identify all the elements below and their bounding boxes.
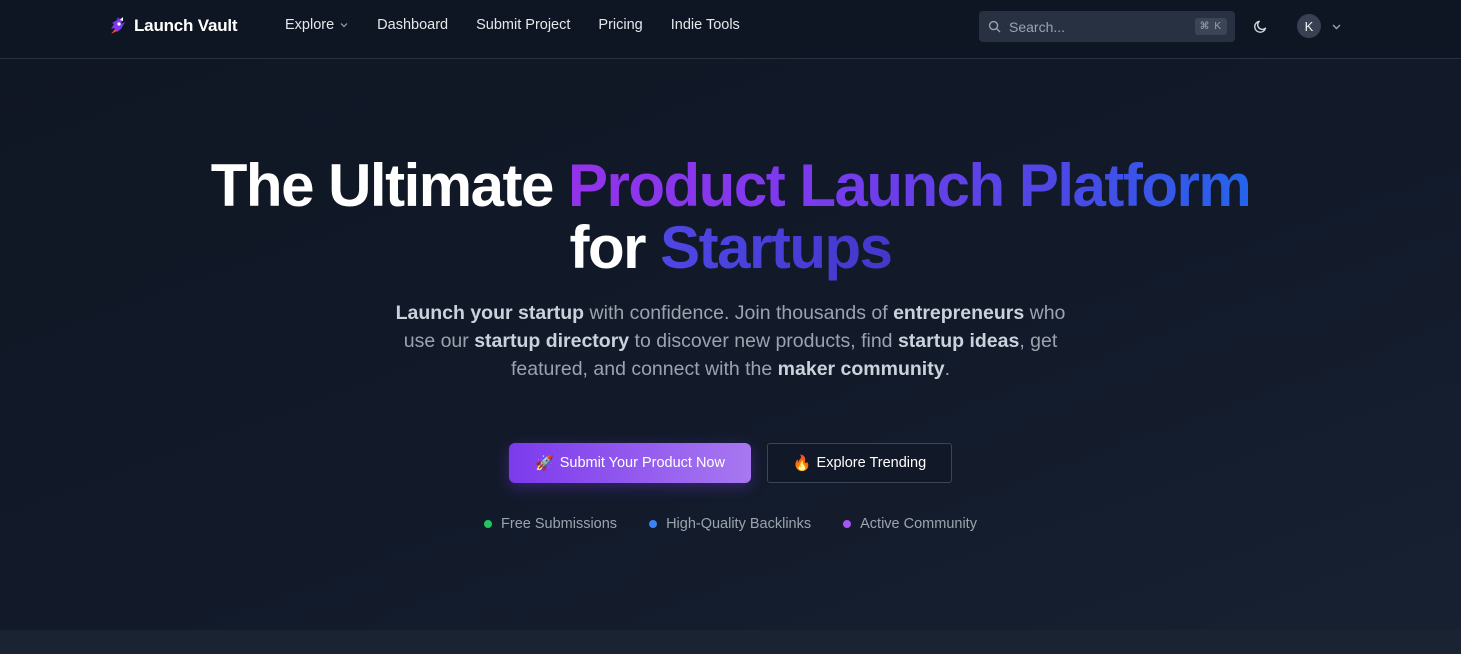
search-input[interactable] (1009, 18, 1187, 35)
status-dot-icon (843, 520, 852, 528)
search-icon (988, 20, 1001, 33)
next-section-edge (0, 630, 1461, 654)
search-shortcut-badge: ⌘ K (1194, 18, 1227, 35)
subtitle-text: to discover new products, find (629, 330, 898, 352)
brand-link[interactable]: Launch Vault (108, 14, 238, 38)
moon-icon (1254, 20, 1267, 33)
status-dot-icon (649, 520, 658, 528)
hero-title: The Ultimate Product Launch Platform for… (0, 155, 1461, 279)
feature-label: High-Quality Backlinks (666, 516, 812, 532)
site-header: Launch Vault Explore Dashboard Submit Pr… (0, 0, 1461, 59)
rocket-logo-icon (111, 17, 125, 34)
nav-indie-tools-label: Indie Tools (670, 17, 740, 33)
avatar: K (1297, 14, 1321, 38)
subtitle-keyword: startup directory (474, 330, 630, 352)
hero-title-part1: The Ultimate (210, 152, 568, 219)
nav-pricing[interactable]: Pricing (598, 17, 642, 33)
nav-pricing-label: Pricing (598, 17, 643, 33)
subtitle-keyword: maker community (777, 358, 945, 380)
nav-submit-project-label: Submit Project (476, 17, 571, 33)
main-nav: Explore Dashboard Submit Project Pricing… (285, 17, 740, 33)
feature-item: Free Submissions (484, 516, 617, 532)
feature-label: Active Community (860, 516, 977, 532)
chevron-down-icon (1332, 24, 1341, 29)
theme-toggle-button[interactable] (1251, 16, 1271, 36)
nav-dashboard[interactable]: Dashboard (377, 17, 448, 33)
nav-submit-project[interactable]: Submit Project (476, 17, 570, 33)
chevron-down-icon (340, 23, 348, 28)
submit-product-button[interactable]: 🚀 Submit Your Product Now (509, 443, 751, 483)
explore-trending-button[interactable]: 🔥 Explore Trending (767, 443, 952, 483)
subtitle-keyword: startup ideas (897, 330, 1020, 352)
feature-label: Free Submissions (501, 516, 618, 532)
nav-dashboard-label: Dashboard (377, 17, 449, 33)
feature-item: Active Community (843, 516, 977, 532)
rocket-emoji-icon: 🚀 (535, 454, 554, 472)
nav-explore-label: Explore (285, 17, 335, 33)
feature-list: Free Submissions High-Quality Backlinks … (0, 516, 1461, 532)
subtitle-text: with confidence. Join thousands of (584, 302, 894, 324)
search-box[interactable]: ⌘ K (979, 11, 1235, 42)
explore-trending-label: Explore Trending (816, 455, 927, 471)
fire-emoji-icon: 🔥 (792, 454, 812, 472)
nav-explore[interactable]: Explore (285, 17, 349, 33)
hero-title-highlight: Product Launch Platform (568, 152, 1252, 219)
hero-title-part2: for (569, 214, 661, 281)
subtitle-text: . (944, 358, 950, 380)
nav-indie-tools[interactable]: Indie Tools (671, 17, 740, 33)
hero-title-highlight2: Startups (660, 214, 893, 281)
brand-name: Launch Vault (134, 16, 238, 35)
page: Launch Vault Explore Dashboard Submit Pr… (0, 0, 1461, 654)
subtitle-keyword: entrepreneurs (893, 302, 1025, 324)
user-menu-button[interactable]: K (1297, 14, 1342, 38)
feature-item: High-Quality Backlinks (649, 516, 811, 532)
subtitle-keyword: Launch your startup (395, 302, 585, 324)
status-dot-icon (484, 520, 493, 528)
submit-product-label: Submit Your Product Now (559, 455, 725, 471)
hero-subtitle: Launch your startup with confidence. Joi… (390, 299, 1071, 383)
